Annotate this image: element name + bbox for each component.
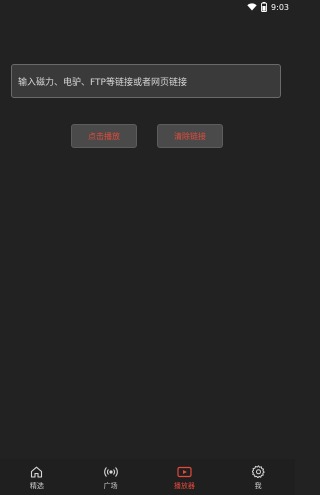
- nav-label-player: 播放器: [173, 481, 195, 490]
- bottom-nav: 精选 广场 播放器 我: [0, 459, 295, 495]
- nav-item-me[interactable]: 我: [221, 459, 295, 495]
- nav-item-plaza[interactable]: 广场: [74, 459, 148, 495]
- status-bar: 9:03: [0, 0, 295, 16]
- nav-label-me: 我: [254, 482, 262, 490]
- wifi-icon: [247, 3, 257, 11]
- link-input[interactable]: 输入磁力、电驴、FTP等链接或者网页链接: [11, 64, 281, 98]
- nav-item-featured[interactable]: 精选: [0, 459, 74, 495]
- gear-icon: [251, 465, 265, 478]
- nav-label-plaza: 广场: [103, 481, 118, 490]
- nav-item-player[interactable]: 播放器: [148, 459, 222, 495]
- nav-label-featured: 精选: [29, 481, 44, 490]
- play-button[interactable]: 点击播放: [71, 124, 137, 148]
- status-time: 9:03: [271, 2, 289, 12]
- clear-link-button[interactable]: 清除链接: [157, 124, 223, 148]
- battery-icon: [261, 2, 267, 12]
- home-icon: [30, 466, 43, 478]
- player-icon: [177, 466, 192, 478]
- status-right: 9:03: [247, 2, 289, 12]
- broadcast-icon: [103, 466, 118, 478]
